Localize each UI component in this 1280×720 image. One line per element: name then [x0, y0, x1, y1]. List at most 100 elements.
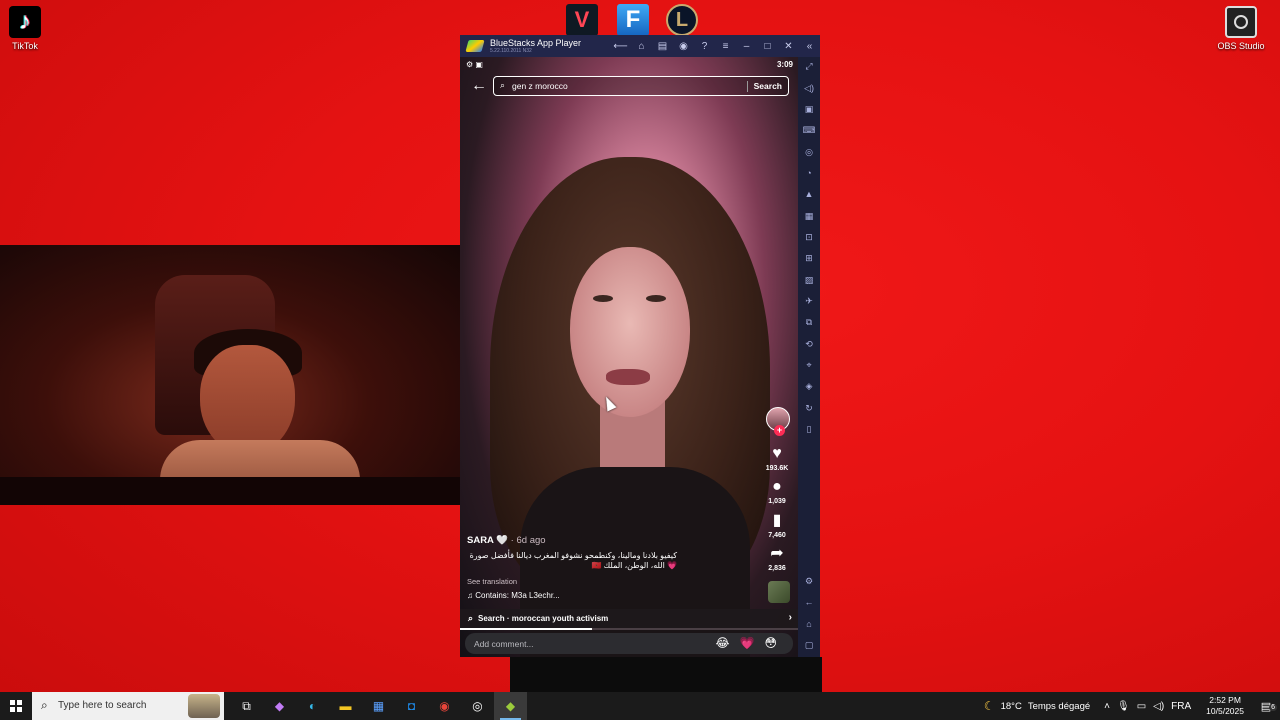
author-name[interactable]: SARA 🤍: [467, 535, 508, 546]
tiktok-video-screen[interactable]: ⚙ ▣ 3:09 ← ⌕ gen z morocco Search + ♥ 19…: [460, 57, 798, 657]
background-window-strip: [510, 657, 822, 693]
layers-icon[interactable]: ◈: [798, 381, 820, 392]
start-button[interactable]: [0, 692, 32, 720]
home-icon[interactable]: ⌂: [631, 41, 652, 52]
related-search-strip[interactable]: ⌕ Search · moroccan youth activism ›: [460, 609, 798, 628]
taskbar-search[interactable]: ⌕ Type here to search: [32, 692, 224, 720]
bluestacks-sidebar: ⤢ ◁) ▣ ⌨ ◎ ◔ ▲ ▦ ⊡ ⊞ ▨ ✈ ⧉ ⟲ ⌖ ◈ ↻ ▯ ⚙ ←…: [798, 57, 820, 657]
multi-instance-icon[interactable]: ▤: [652, 41, 673, 52]
edge-icon[interactable]: ◐: [296, 692, 329, 720]
back-icon[interactable]: ⟵: [610, 41, 631, 52]
comment-icon: ●: [772, 478, 782, 495]
save-button[interactable]: ▮ 7,460: [764, 512, 790, 539]
multi-instance-sync-icon[interactable]: ⧉: [798, 317, 820, 328]
collapse-sidebar-icon[interactable]: «: [799, 41, 820, 52]
close-icon[interactable]: ✕: [778, 41, 799, 52]
help-icon[interactable]: ?: [694, 41, 715, 52]
macro-icon[interactable]: ◔: [798, 168, 820, 178]
settings-icon[interactable]: ⚙: [798, 576, 820, 587]
league-of-legends-icon[interactable]: [666, 4, 698, 36]
chrome-icon[interactable]: ◉: [428, 692, 461, 720]
video-progress-bar[interactable]: [460, 628, 798, 630]
android-back-icon[interactable]: ←: [798, 597, 820, 607]
search-bar[interactable]: ⌕ gen z morocco Search: [493, 76, 789, 96]
desktop-icon-label: OBS Studio: [1217, 41, 1265, 51]
copilot-icon[interactable]: ◆: [263, 692, 296, 720]
sidebar-toggle-icon[interactable]: ▯: [798, 424, 820, 435]
account-icon[interactable]: ◉: [673, 41, 694, 52]
comment-count: 1,039: [768, 498, 786, 505]
music-disc-icon[interactable]: [768, 581, 790, 603]
moon-icon: ☾: [983, 699, 995, 713]
record-icon[interactable]: ◎: [798, 147, 820, 158]
taskbar-search-placeholder: Type here to search: [58, 700, 147, 711]
search-query[interactable]: gen z morocco: [512, 81, 568, 91]
caption-author[interactable]: SARA 🤍 · 6d ago: [467, 535, 722, 546]
fullscreen-icon[interactable]: ⤢: [798, 61, 820, 72]
weather-temp: 18°C: [1000, 700, 1022, 712]
clock-time: 2:52 PM: [1209, 695, 1241, 705]
desk: [0, 477, 460, 505]
keyboard-icon[interactable]: ⌨: [798, 125, 820, 136]
like-button[interactable]: ♥ 193.6K: [764, 445, 790, 472]
music-label[interactable]: ♫ Contains: M3a L3echr...: [467, 591, 722, 600]
task-view-icon[interactable]: ⧉: [230, 692, 263, 720]
rotate-icon[interactable]: ⟲: [798, 339, 820, 350]
maximize-icon[interactable]: □: [757, 41, 778, 52]
weather-widget[interactable]: ☾ 18°C Temps dégagé: [984, 699, 1090, 713]
media-manager-icon[interactable]: ▨: [798, 275, 820, 286]
creator-avatar[interactable]: +: [766, 407, 790, 436]
video-subject-eye: [593, 295, 613, 302]
game-controls-icon[interactable]: ▲: [798, 189, 820, 199]
video-subject-eye: [646, 295, 666, 302]
microphone-icon[interactable]: 🎙: [1117, 701, 1130, 712]
video-subject-mouth: [606, 369, 650, 385]
window-title: BlueStacks App Player: [490, 38, 582, 48]
caption-text: كيفيو بلادنا ومالينا، وكنطمحو نشوفو المغ…: [469, 551, 677, 570]
screen-record-icon[interactable]: ⊞: [798, 253, 820, 264]
apk-icon[interactable]: ▦: [798, 211, 820, 222]
desktop-icon-tiktok[interactable]: TikTok: [0, 6, 55, 51]
speaker-icon[interactable]: ◁): [1153, 701, 1164, 712]
fortnite-icon[interactable]: [617, 4, 649, 36]
outlook-icon[interactable]: ◘: [395, 692, 428, 720]
obs-taskbar-icon[interactable]: ◎: [461, 692, 494, 720]
screenshot-icon[interactable]: ⊡: [798, 232, 820, 243]
comment-placeholder: Add comment...: [474, 639, 534, 649]
network-icon[interactable]: ▭: [1137, 701, 1146, 712]
share-button[interactable]: ➦ 2,836: [764, 545, 790, 572]
bluestacks-logo-icon: [465, 40, 485, 52]
taskbar-clock[interactable]: 2:52 PM 10/5/2025: [1206, 695, 1244, 717]
media-icon[interactable]: ▣: [798, 104, 820, 115]
heart-icon: ♥: [772, 445, 782, 462]
bluestacks-taskbar-icon[interactable]: ◆: [494, 692, 527, 720]
store-icon[interactable]: ▦: [362, 692, 395, 720]
valorant-icon[interactable]: [566, 4, 598, 36]
weather-text: Temps dégagé: [1027, 700, 1091, 712]
location-icon[interactable]: ⌖: [798, 360, 820, 371]
bluestacks-titlebar[interactable]: BlueStacks App Player 5.22.110.2011 N32 …: [460, 35, 820, 57]
comment-input[interactable]: Add comment... 😂💗😳: [465, 633, 793, 654]
comment-button[interactable]: ● 1,039: [764, 478, 790, 505]
language-indicator[interactable]: FRA: [1171, 701, 1191, 712]
see-translation-link[interactable]: See translation: [467, 577, 722, 586]
chevron-up-icon[interactable]: ˄: [1104, 701, 1110, 712]
airplane-icon[interactable]: ✈: [798, 296, 820, 307]
eco-mode-icon[interactable]: ↻: [798, 403, 820, 414]
file-explorer-icon[interactable]: ▬: [329, 692, 362, 720]
minimize-icon[interactable]: –: [736, 41, 757, 52]
desktop-icon-obs-studio[interactable]: OBS Studio: [1211, 6, 1271, 51]
android-status-bar: ⚙ ▣ 3:09: [460, 57, 798, 73]
video-progress-fill: [460, 628, 592, 630]
recent-apps-icon[interactable]: ▢: [798, 640, 820, 651]
windows-taskbar: ⌕ Type here to search ⧉ ◆ ◐ ▬ ▦ ◘ ◉ ◎ ◆ …: [0, 692, 1280, 720]
notification-center-button[interactable]: ▤ 6: [1252, 700, 1280, 713]
follow-plus-icon[interactable]: +: [774, 425, 785, 436]
search-icon: ⌕: [468, 613, 474, 623]
search-button[interactable]: Search: [754, 81, 782, 91]
back-arrow-icon[interactable]: ←: [471, 77, 487, 95]
volume-icon[interactable]: ◁): [798, 83, 820, 94]
quick-emoji-reactions[interactable]: 😂💗😳: [716, 636, 787, 650]
android-home-icon[interactable]: ⌂: [798, 619, 820, 629]
menu-icon[interactable]: ≡: [715, 41, 736, 52]
